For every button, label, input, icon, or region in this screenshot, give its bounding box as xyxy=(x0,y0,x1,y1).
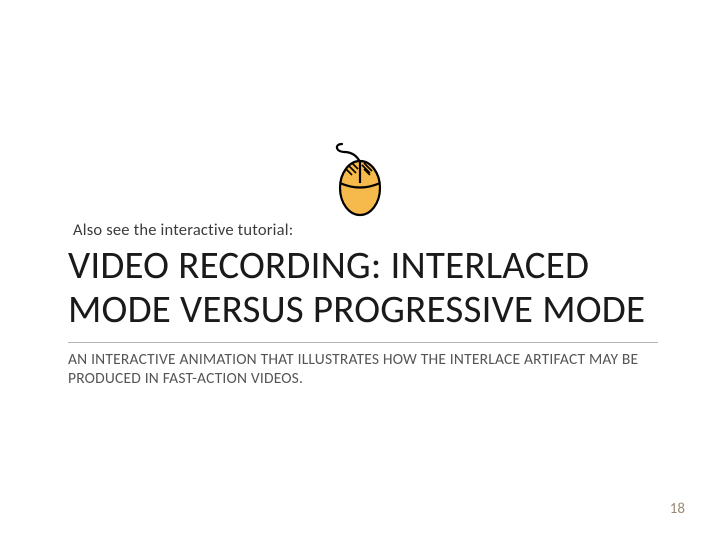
slide-title: VIDEO RECORDING: INTERLACED MODE VERSUS … xyxy=(68,244,680,331)
divider xyxy=(68,342,658,343)
slide-subtitle: AN INTERACTIVE ANIMATION THAT ILLUSTRATE… xyxy=(68,350,658,389)
page-number: 18 xyxy=(670,500,685,518)
mouse-icon xyxy=(330,140,390,215)
slide: Also see the interactive tutorial: VIDEO… xyxy=(0,0,720,540)
lead-in-text: Also see the interactive tutorial: xyxy=(73,220,293,240)
